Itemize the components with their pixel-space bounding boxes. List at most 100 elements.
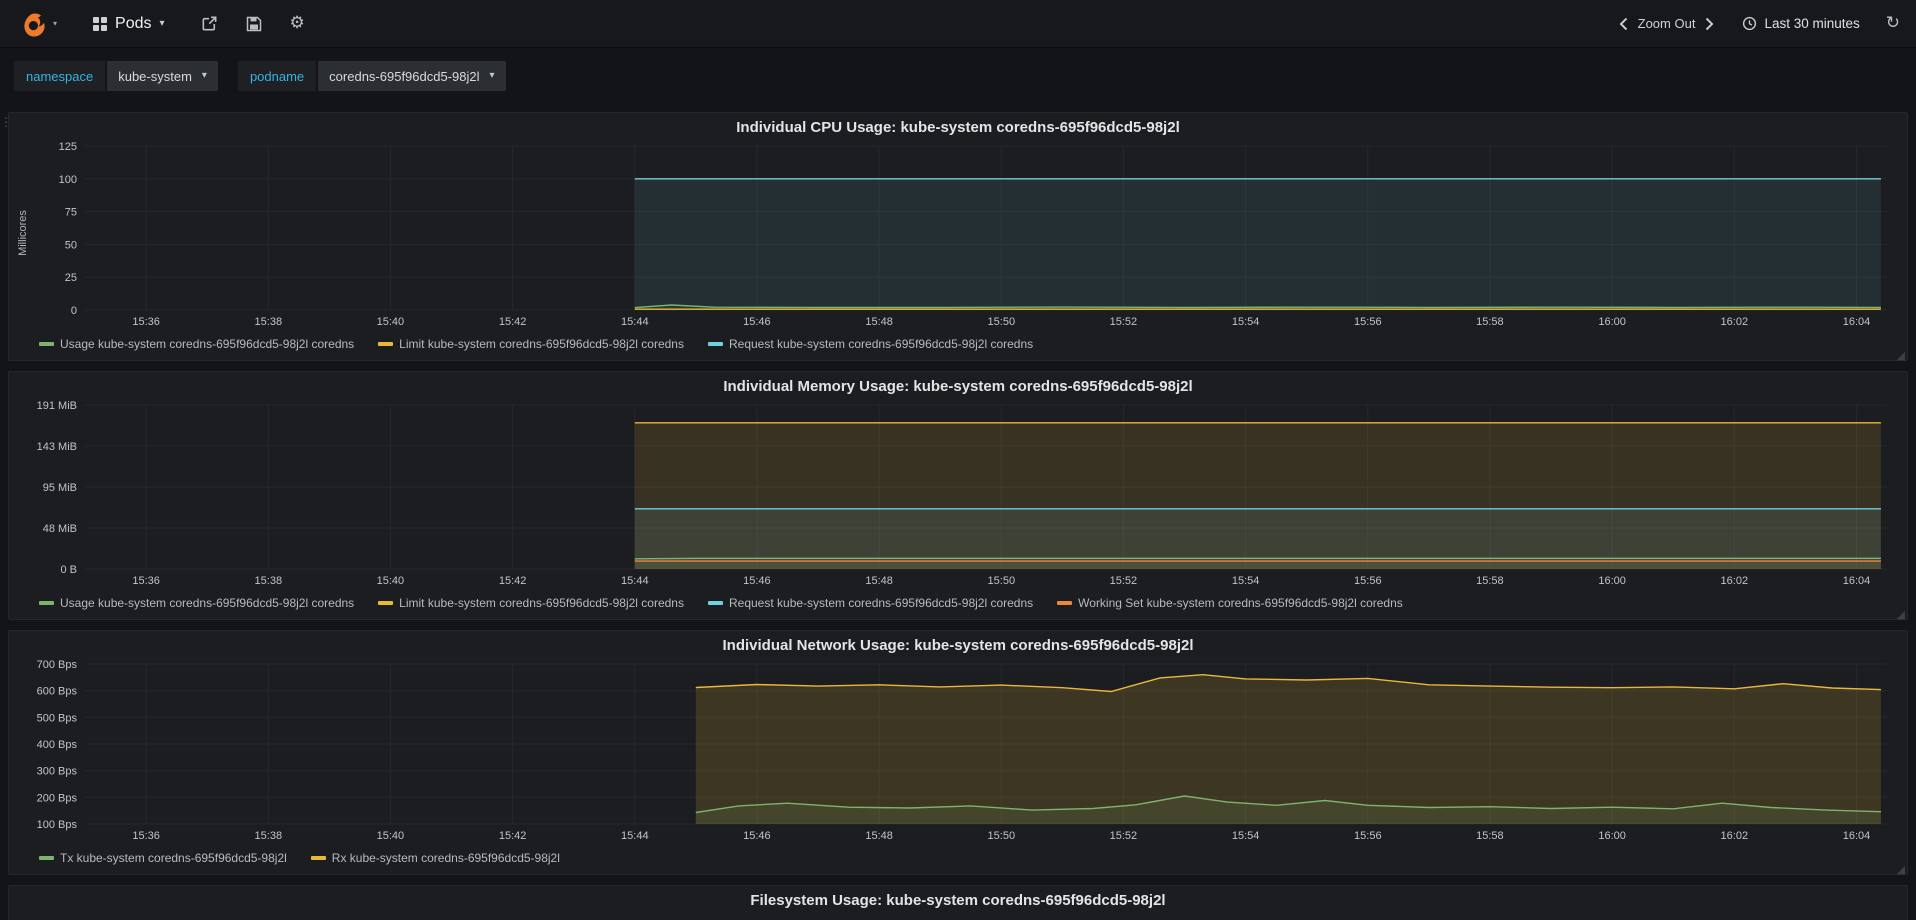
y-tick-label: 100 xyxy=(59,174,77,186)
cpu-usage-chart[interactable]: 0 25 50 75 100 125 15:36 15:38 15:40 15:42 15:44 15… xyxy=(15,140,1901,332)
x-tick-label: 15:40 xyxy=(377,316,405,328)
legend-color-icon xyxy=(707,342,723,346)
y-tick-label: 100 Bps xyxy=(37,819,78,831)
x-tick-label: 15:54 xyxy=(1232,575,1260,587)
refresh-icon: ↻ xyxy=(1885,13,1900,33)
legend-series-name: Request kube-system coredns-695f96dcd5-9… xyxy=(728,596,1034,610)
panel-resize-handle[interactable]: ◢ xyxy=(1897,864,1905,875)
x-tick-label: 15:40 xyxy=(377,830,405,842)
legend-item[interactable]: Request kube-system coredns-695f96dcd5-9… xyxy=(707,596,1034,610)
variable-namespace: namespace kube-system ▾ xyxy=(14,61,218,91)
variable-namespace-dropdown[interactable]: kube-system ▾ xyxy=(107,61,218,91)
network-plot[interactable]: 100 Bps 200 Bps 300 Bps 400 Bps 500 Bps 600 B… xyxy=(15,658,1901,846)
filesystem-chart-area[interactable] xyxy=(15,913,1901,920)
save-icon xyxy=(246,16,261,31)
y-tick-label: 0 B xyxy=(60,564,77,576)
panel-memory: Individual Memory Usage: kube-system cor… xyxy=(8,371,1908,620)
legend-series-name: Request kube-system coredns-695f96dcd5-9… xyxy=(728,337,1034,351)
dashboard-panels: ⋮⋮ Individual CPU Usage: kube-system cor… xyxy=(0,104,1916,920)
x-tick-label: 15:46 xyxy=(743,316,771,328)
legend-item[interactable]: Working Set kube-system coredns-695f96dc… xyxy=(1057,596,1403,610)
x-tick-label: 15:38 xyxy=(255,316,283,328)
memory-legend: Usage kube-system coredns-695f96dcd5-98j… xyxy=(39,594,1907,612)
legend-item[interactable]: Rx kube-system coredns-695f96dcd5-98j2l xyxy=(310,851,560,865)
x-tick-label: 15:44 xyxy=(621,830,649,842)
x-tick-label: 15:46 xyxy=(743,575,771,587)
panel-title-memory[interactable]: Individual Memory Usage: kube-system cor… xyxy=(9,372,1907,397)
save-button[interactable] xyxy=(246,16,262,32)
legend-color-icon xyxy=(39,601,54,605)
zoom-out-button[interactable]: Zoom Out xyxy=(1638,16,1696,31)
x-tick-label: 15:56 xyxy=(1354,575,1382,587)
variable-podname: podname coredns-695f96dcd5-98j2l ▾ xyxy=(237,61,506,91)
memory-plot[interactable]: 0 B 48 MiB 95 MiB 143 MiB 191 MiB 15:36 15:38 1… xyxy=(15,399,1901,591)
template-variables-row: namespace kube-system ▾ podname coredns-… xyxy=(0,48,1916,104)
x-tick-label: 15:42 xyxy=(499,575,527,587)
legend-color-icon xyxy=(39,342,54,346)
refresh-button[interactable]: ↻ xyxy=(1886,15,1900,32)
network-usage-chart[interactable]: 100 Bps 200 Bps 300 Bps 400 Bps 500 Bps 600 B… xyxy=(15,658,1901,846)
y-tick-label: 143 MiB xyxy=(37,441,77,453)
time-shift-forward-button[interactable] xyxy=(1701,15,1718,33)
panel-resize-handle[interactable]: ◢ xyxy=(1897,609,1905,620)
memory-usage-chart[interactable]: 0 B 48 MiB 95 MiB 143 MiB 191 MiB 15:36 15:38 1… xyxy=(15,399,1901,591)
y-tick-label: 400 Bps xyxy=(37,739,78,751)
variable-podname-label: podname xyxy=(237,61,317,91)
chevron-left-icon xyxy=(1619,17,1627,30)
y-tick-label: 95 MiB xyxy=(43,482,77,494)
x-tick-label: 15:44 xyxy=(621,575,649,587)
y-tick-label: 125 xyxy=(59,141,77,153)
y-tick-label: 25 xyxy=(65,272,77,284)
x-tick-label: 15:50 xyxy=(988,830,1016,842)
share-button[interactable] xyxy=(201,15,218,32)
dashboard-title-button[interactable]: Pods ▾ xyxy=(83,9,175,39)
legend-item[interactable]: Usage kube-system coredns-695f96dcd5-98j… xyxy=(39,337,354,351)
y-tick-label: 75 xyxy=(65,207,77,219)
legend-item[interactable]: Tx kube-system coredns-695f96dcd5-98j2l xyxy=(39,851,287,865)
navbar: ▾ Pods ▾ ⚙ Zoom Out Last 30 minutes ↻ xyxy=(0,0,1916,48)
settings-button[interactable]: ⚙ xyxy=(290,15,305,32)
panel-resize-handle[interactable]: ◢ xyxy=(1897,350,1905,361)
row-drag-handle[interactable]: ⋮⋮ xyxy=(0,116,22,128)
cpu-legend: Usage kube-system coredns-695f96dcd5-98j… xyxy=(39,335,1907,353)
y-tick-label: 500 Bps xyxy=(37,712,78,724)
x-tick-label: 15:44 xyxy=(621,316,649,328)
clock-icon xyxy=(1743,16,1757,31)
cpu-plot[interactable]: 0 25 50 75 100 125 15:36 15:38 15:40 15:42 15:44 15… xyxy=(15,140,1901,332)
panel-title-network[interactable]: Individual Network Usage: kube-system co… xyxy=(9,631,1907,656)
legend-color-icon xyxy=(310,856,326,860)
time-controls: Zoom Out Last 30 minutes ↻ xyxy=(1615,15,1900,33)
panel-filesystem: Filesystem Usage: kube-system coredns-69… xyxy=(8,885,1908,920)
grafana-logo-button[interactable]: ▾ xyxy=(16,7,63,41)
y-tick-label: 50 xyxy=(65,239,77,251)
variable-podname-dropdown[interactable]: coredns-695f96dcd5-98j2l ▾ xyxy=(318,61,506,91)
legend-item[interactable]: Limit kube-system coredns-695f96dcd5-98j… xyxy=(378,596,684,610)
time-range-picker[interactable]: Last 30 minutes xyxy=(1742,16,1860,31)
legend-item[interactable]: Request kube-system coredns-695f96dcd5-9… xyxy=(707,337,1034,351)
legend-item[interactable]: Limit kube-system coredns-695f96dcd5-98j… xyxy=(378,337,684,351)
chevron-right-icon xyxy=(1706,17,1714,30)
series-fill xyxy=(634,561,1881,569)
podname-caret-icon: ▾ xyxy=(489,70,495,81)
series-line xyxy=(634,557,1881,560)
x-tick-label: 15:38 xyxy=(255,830,283,842)
legend-color-icon xyxy=(707,601,723,605)
dashboard-grid-icon xyxy=(93,16,108,31)
legend-item[interactable]: Usage kube-system coredns-695f96dcd5-98j… xyxy=(39,596,354,610)
x-tick-label: 15:54 xyxy=(1232,316,1260,328)
logo-caret-icon: ▾ xyxy=(53,18,58,28)
variable-namespace-label: namespace xyxy=(14,61,106,91)
x-tick-label: 15:58 xyxy=(1476,316,1504,328)
legend-series-name: Limit kube-system coredns-695f96dcd5-98j… xyxy=(399,337,684,351)
time-shift-back-button[interactable] xyxy=(1615,15,1632,33)
legend-series-name: Working Set kube-system coredns-695f96dc… xyxy=(1078,596,1403,610)
legend-series-name: Usage kube-system coredns-695f96dcd5-98j… xyxy=(60,596,355,610)
legend-color-icon xyxy=(378,601,394,605)
namespace-caret-icon: ▾ xyxy=(201,70,207,81)
x-tick-label: 15:52 xyxy=(1110,316,1138,328)
legend-series-name: Rx kube-system coredns-695f96dcd5-98j2l xyxy=(331,851,560,865)
panel-title-filesystem[interactable]: Filesystem Usage: kube-system coredns-69… xyxy=(9,886,1907,911)
panel-title-cpu[interactable]: Individual CPU Usage: kube-system coredn… xyxy=(9,113,1907,138)
legend-color-icon xyxy=(378,342,394,346)
variable-podname-current-value: coredns-695f96dcd5-98j2l xyxy=(329,68,480,84)
